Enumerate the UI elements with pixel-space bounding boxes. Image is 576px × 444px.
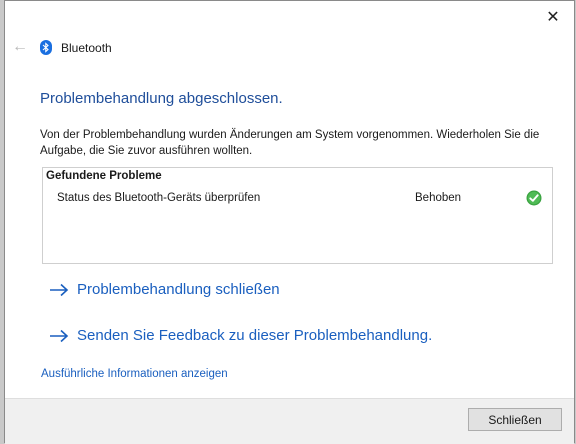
result-description: Von der Problembehandlung wurden Änderun…	[40, 129, 540, 157]
issue-row: Status des Bluetooth-Geräts überprüfen B…	[43, 190, 552, 210]
issue-status: Behoben	[415, 192, 462, 204]
details-link[interactable]: Ausführliche Informationen anzeigen	[41, 368, 228, 380]
issue-name: Status des Bluetooth-Geräts überprüfen	[57, 192, 261, 204]
close-window-icon[interactable]: ✕	[542, 7, 564, 29]
back-arrow-icon[interactable]: ←	[11, 38, 29, 56]
arrow-right-icon	[50, 329, 69, 342]
troubleshooter-window: ✕ ← Bluetooth Problembehandlung abgeschl…	[4, 0, 575, 444]
window-title: Bluetooth	[61, 41, 112, 55]
send-feedback-link[interactable]: Senden Sie Feedback zu dieser Problembeh…	[49, 327, 432, 344]
check-icon	[526, 190, 542, 206]
close-button[interactable]: Schließen	[468, 408, 562, 431]
arrow-right-icon	[50, 283, 69, 296]
dialog-footer: Schließen	[5, 398, 574, 444]
close-troubleshooter-link[interactable]: Problembehandlung schließen	[49, 281, 280, 298]
bluetooth-icon	[40, 40, 52, 55]
close-troubleshooter-label: Problembehandlung schließen	[77, 281, 280, 298]
issues-panel: Gefundene Probleme Status des Bluetooth-…	[42, 167, 553, 264]
send-feedback-label: Senden Sie Feedback zu dieser Problembeh…	[77, 327, 433, 344]
issues-header: Gefundene Probleme	[46, 170, 162, 182]
page-heading: Problembehandlung abgeschlossen.	[40, 90, 283, 107]
